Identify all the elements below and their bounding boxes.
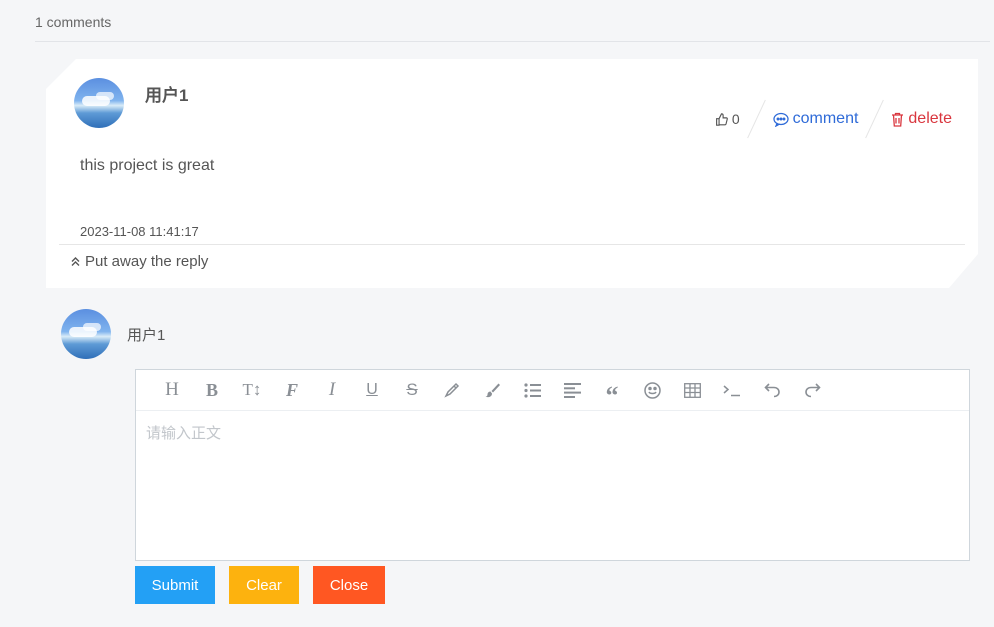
like-button[interactable]: 0	[715, 111, 740, 127]
trash-icon	[892, 112, 904, 127]
submit-button[interactable]: Submit	[135, 566, 215, 604]
comment-date: 2023-11-08 11:41:17	[80, 224, 199, 239]
avatar	[74, 78, 124, 128]
thumbs-up-icon	[715, 112, 728, 126]
italic-icon[interactable]: I	[312, 370, 352, 410]
comment-link[interactable]: comment	[772, 110, 859, 128]
comment-actions: 0 comment delete	[715, 99, 952, 139]
double-chevron-up-icon	[71, 257, 80, 266]
reply-avatar	[61, 309, 111, 359]
separator	[865, 99, 885, 139]
clear-button[interactable]: Clear	[229, 566, 299, 604]
divider	[59, 244, 965, 245]
redo-icon[interactable]	[792, 370, 832, 410]
undo-icon[interactable]	[752, 370, 792, 410]
comment-text: this project is great	[80, 157, 215, 174]
editor-toolbar: H B T↕ F I U S “	[136, 370, 969, 411]
rich-text-editor: H B T↕ F I U S “ 请输入正文	[135, 369, 970, 561]
quote-icon[interactable]: “	[592, 370, 632, 410]
delete-link-label: delete	[908, 110, 952, 127]
font-size-icon[interactable]: T↕	[232, 370, 272, 410]
strikethrough-icon[interactable]: S	[392, 370, 432, 410]
comment-username: 用户1	[145, 86, 189, 105]
underline-icon[interactable]: U	[352, 370, 392, 410]
put-away-reply-label: Put away the reply	[85, 253, 209, 270]
emoji-icon[interactable]	[632, 370, 672, 410]
align-left-icon[interactable]	[552, 370, 592, 410]
bold-icon[interactable]: B	[192, 370, 232, 410]
comment-card: 用户1 0 comment delete this project is gre…	[46, 59, 978, 288]
comment-link-label: comment	[792, 110, 859, 127]
code-icon[interactable]	[712, 370, 752, 410]
divider	[35, 41, 990, 42]
delete-link[interactable]: delete	[891, 110, 952, 128]
separator	[746, 99, 766, 139]
comments-count: 1 comments	[35, 14, 112, 30]
font-family-icon[interactable]: F	[272, 370, 312, 410]
put-away-reply-link[interactable]: Put away the reply	[70, 253, 208, 270]
brush-icon[interactable]	[472, 370, 512, 410]
reply-username: 用户1	[127, 327, 166, 344]
list-icon[interactable]	[512, 370, 552, 410]
heading-icon[interactable]: H	[152, 370, 192, 410]
chat-bubble-icon	[772, 112, 789, 127]
editor-input[interactable]: 请输入正文	[146, 422, 221, 443]
pen-icon[interactable]	[432, 370, 472, 410]
like-count: 0	[731, 111, 740, 127]
table-icon[interactable]	[672, 370, 712, 410]
close-button[interactable]: Close	[313, 566, 385, 604]
